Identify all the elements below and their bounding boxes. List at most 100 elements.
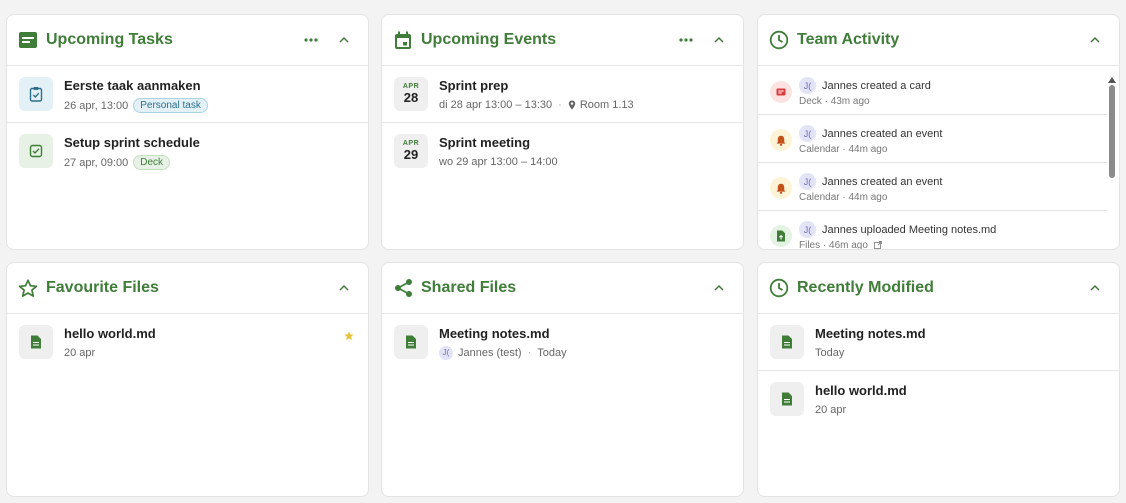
widget-title: Upcoming Tasks	[46, 31, 173, 48]
card-icon	[770, 81, 792, 103]
avatar[interactable]: J(	[799, 221, 816, 238]
event-location: Room 1.13	[579, 99, 634, 111]
bell-icon	[770, 129, 792, 151]
separator-dot: ·	[527, 347, 532, 359]
file-upload-icon	[770, 225, 792, 247]
activity-item[interactable]: J( Jannes created a card Deck · 43m ago	[758, 67, 1107, 115]
activity-app: Calendar	[799, 192, 840, 203]
file-date: 20 apr	[64, 347, 96, 359]
activity-item[interactable]: J( Jannes uploaded Meeting notes.md File…	[758, 211, 1107, 250]
activity-list[interactable]: J( Jannes created a card Deck · 43m ago …	[758, 67, 1107, 250]
file-item[interactable]: hello world.md 20 apr	[7, 314, 368, 372]
collapse-chevron-icon[interactable]	[707, 276, 731, 300]
scroll-thumb[interactable]	[1109, 85, 1115, 178]
avatar[interactable]: J(	[799, 125, 816, 142]
activity-item[interactable]: J( Jannes created an event Calendar · 44…	[758, 115, 1107, 163]
file-owner: Jannes (test)	[458, 347, 522, 359]
upcoming-tasks-widget: Upcoming Tasks Eerste taak aanmaken 26 a…	[6, 14, 369, 250]
widget-title: Favourite Files	[46, 279, 159, 296]
activity-text: Jannes created an event	[822, 175, 943, 188]
file-item[interactable]: Meeting notes.md J( Jannes (test) · Toda…	[382, 314, 743, 372]
widget-title: Team Activity	[797, 31, 900, 48]
recently-modified-widget: Recently Modified Meeting notes.md Today…	[757, 262, 1120, 497]
collapse-chevron-icon[interactable]	[1083, 28, 1107, 52]
event-item[interactable]: APR 29 Sprint meeting wo 29 apr 13:00 – …	[382, 123, 743, 180]
shared-files-widget: Shared Files Meeting notes.md J( Jannes …	[381, 262, 744, 497]
collapse-chevron-icon[interactable]	[332, 28, 356, 52]
event-day: 28	[403, 90, 419, 105]
collapse-chevron-icon[interactable]	[1083, 276, 1107, 300]
task-due-date: 27 apr, 09:00	[64, 156, 129, 169]
activity-text: Jannes uploaded Meeting notes.md	[822, 223, 997, 236]
file-name: hello world.md	[64, 326, 156, 341]
widget-title: Shared Files	[421, 279, 517, 296]
file-date: Today	[537, 347, 567, 359]
favourite-star-icon[interactable]	[344, 328, 354, 346]
activity-time: 43m ago	[830, 96, 870, 107]
event-time: di 28 apr 13:00 – 13:30	[439, 99, 553, 111]
event-time: wo 29 apr 13:00 – 14:00	[439, 156, 558, 168]
clipboard-icon	[19, 77, 53, 111]
clock-icon	[769, 278, 789, 298]
widget-header: Favourite Files	[7, 263, 368, 314]
separator-dot: ·	[558, 99, 562, 111]
favourite-files-widget: Favourite Files hello world.md 20 apr	[6, 262, 369, 497]
activity-scrollbar[interactable]	[1105, 67, 1119, 249]
file-name: Meeting notes.md	[815, 326, 926, 341]
activity-time: 44m ago	[848, 192, 888, 203]
file-name: Meeting notes.md	[439, 326, 550, 341]
widget-title: Recently Modified	[797, 279, 934, 296]
upcoming-events-widget: Upcoming Events APR 28 Sprint prep di 28…	[381, 14, 744, 250]
task-source-badge: Personal task	[133, 98, 208, 113]
activity-time: 44m ago	[848, 144, 888, 155]
event-date-tile: APR 28	[394, 77, 428, 111]
team-activity-widget: Team Activity J( Jannes created a card D…	[757, 14, 1120, 250]
widget-header: Recently Modified	[758, 263, 1119, 314]
avatar[interactable]: J(	[799, 77, 816, 94]
file-item[interactable]: hello world.md 20 apr	[758, 371, 1119, 428]
checkbox-icon	[19, 134, 53, 168]
activity-app: Calendar	[799, 144, 840, 155]
event-item[interactable]: APR 28 Sprint prep di 28 apr 13:00 – 13:…	[382, 66, 743, 123]
activity-text: Jannes created an event	[822, 127, 943, 140]
task-item[interactable]: Eerste taak aanmaken 26 apr, 13:00 Perso…	[7, 66, 368, 123]
file-name: hello world.md	[815, 383, 907, 398]
task-source-badge: Deck	[133, 155, 171, 170]
file-item[interactable]: Meeting notes.md Today	[758, 314, 1119, 371]
activity-item[interactable]: J( Jannes created an event Calendar · 44…	[758, 163, 1107, 211]
activity-app: Files	[799, 240, 821, 250]
activity-text: Jannes created a card	[822, 79, 931, 92]
activity-time: 46m ago	[829, 240, 868, 250]
document-icon	[19, 325, 53, 359]
event-title: Sprint prep	[439, 78, 509, 93]
event-title: Sprint meeting	[439, 135, 531, 150]
widget-title: Upcoming Events	[421, 31, 557, 48]
event-day: 29	[403, 147, 419, 162]
location-pin-icon	[568, 100, 576, 110]
calendar-icon	[393, 30, 413, 50]
file-date: 20 apr	[815, 404, 847, 416]
external-link-icon[interactable]	[873, 241, 882, 249]
task-list-icon	[18, 30, 38, 50]
document-icon	[770, 382, 804, 416]
task-title: Eerste taak aanmaken	[64, 78, 201, 93]
collapse-chevron-icon[interactable]	[707, 28, 731, 52]
star-outline-icon	[18, 278, 38, 298]
avatar[interactable]: J(	[799, 173, 816, 190]
document-icon	[394, 325, 428, 359]
task-title: Setup sprint schedule	[64, 135, 200, 150]
collapse-chevron-icon[interactable]	[332, 276, 356, 300]
event-date-tile: APR 29	[394, 134, 428, 168]
avatar[interactable]: J(	[439, 346, 453, 360]
widget-header: Shared Files	[382, 263, 743, 314]
widget-header: Upcoming Tasks	[7, 15, 368, 66]
more-options-icon[interactable]	[674, 28, 698, 52]
clock-icon	[769, 30, 789, 50]
widget-header: Upcoming Events	[382, 15, 743, 66]
document-icon	[770, 325, 804, 359]
task-due-date: 26 apr, 13:00	[64, 99, 129, 112]
widget-header: Team Activity	[758, 15, 1119, 66]
bell-icon	[770, 177, 792, 199]
task-item[interactable]: Setup sprint schedule 27 apr, 09:00 Deck	[7, 123, 368, 180]
more-options-icon[interactable]	[299, 28, 323, 52]
